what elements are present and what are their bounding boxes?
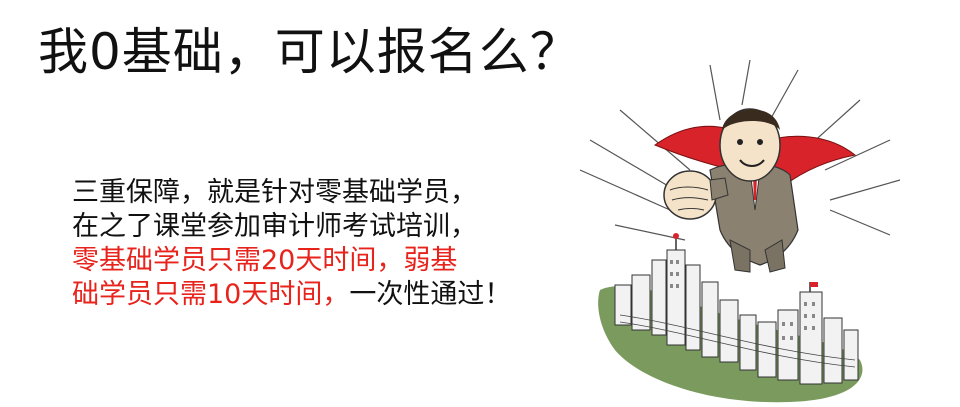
page-headline: 我0基础，可以报名么？ bbox=[38, 23, 581, 81]
body-line-2: 在之了课堂参加审计师考试培训， bbox=[72, 211, 477, 242]
body-line-4-highlight: 础学员只需10天时间， bbox=[72, 279, 350, 310]
body-line-4: 础学员只需10天时间，一次性通过！ bbox=[72, 278, 511, 312]
flying-superhero-illustration bbox=[579, 60, 901, 403]
body-line-4-tail: 一次性通过！ bbox=[349, 279, 512, 310]
hero-fist bbox=[663, 170, 717, 220]
body-line-3-highlight: 零基础学员只需20天时间，弱基 bbox=[72, 245, 458, 276]
body-text-block: 三重保障，就是针对零基础学员， 在之了课堂参加审计师考试培训， 零基础学员只需2… bbox=[72, 176, 511, 312]
body-line-1: 三重保障，就是针对零基础学员， bbox=[72, 177, 477, 208]
